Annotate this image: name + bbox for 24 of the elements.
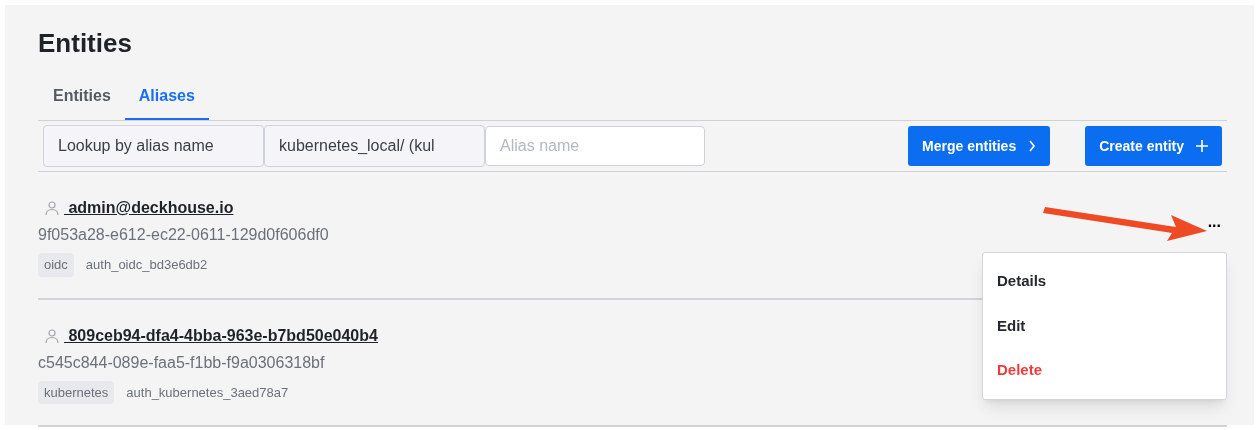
menu-item[interactable]: Delete [983, 348, 1226, 393]
auth-mount: auth_kubernetes_3aed78a7 [126, 383, 289, 402]
create-button[interactable]: Create entity [1085, 126, 1222, 166]
entity-name-link[interactable]: admin@deckhouse.io [64, 196, 234, 220]
auth-type-tag: kubernetes [38, 380, 115, 404]
alias-name-field[interactable]: Alias name [485, 126, 705, 166]
user-icon [44, 327, 60, 344]
merge-button[interactable]: Merge entities [908, 126, 1051, 166]
lookup-select[interactable]: Lookup by alias name [43, 125, 264, 167]
page-title: Entities [38, 27, 133, 59]
plus-icon [1196, 140, 1208, 152]
tab[interactable]: Aliases [124, 80, 209, 120]
entity-name-link[interactable]: 809ceb94-dfa4-4bba-963e-b7bd50e040b4 [64, 323, 378, 348]
entity-id: 9f053a28-e612-ec22-0611-129d0f606df0 [38, 225, 329, 245]
tab[interactable]: Entities [39, 80, 125, 120]
auth-type-tag: oidc [38, 253, 74, 277]
more-button[interactable]: ... [1207, 214, 1221, 230]
mount-select[interactable]: kubernetes_local/ (kul [264, 125, 485, 167]
menu-item[interactable]: Edit [983, 303, 1226, 348]
auth-mount: auth_oidc_bd3e6db2 [85, 256, 208, 274]
entity-id: c545c844-089e-faa5-f1bb-f9a0306318bf [38, 352, 325, 373]
menu-item[interactable]: Details [983, 259, 1226, 304]
user-icon [44, 200, 60, 216]
chevron-icon [1028, 140, 1037, 152]
